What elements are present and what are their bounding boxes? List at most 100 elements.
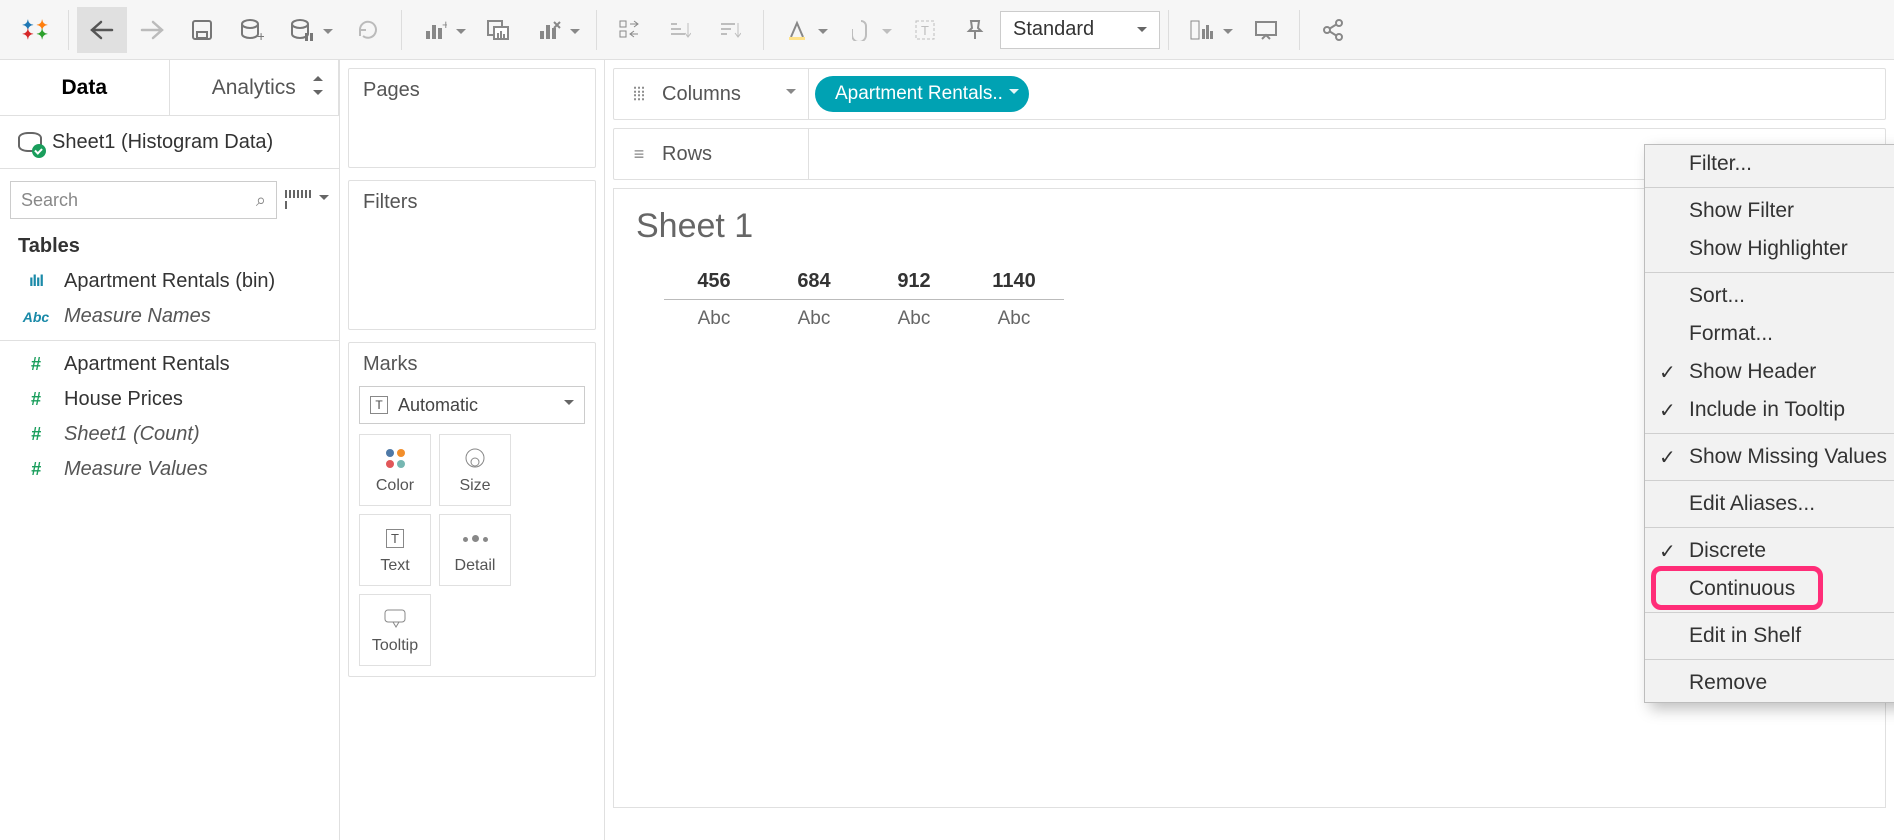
card-header: Marks: [349, 343, 595, 386]
search-input[interactable]: Search ⌕: [10, 181, 277, 219]
hash-icon: #: [22, 459, 50, 480]
new-worksheet-button[interactable]: +: [410, 7, 460, 53]
menu-separator: [1645, 272, 1894, 273]
swap-button[interactable]: [605, 7, 655, 53]
field-list: ılılApartment Rentals (bin)AbcMeasure Na…: [0, 264, 339, 487]
chevron-down-icon[interactable]: [319, 195, 329, 205]
rows-icon: ≡: [628, 144, 650, 165]
menu-remove[interactable]: Remove: [1645, 664, 1894, 702]
marks-card: Marks T Automatic Color Size TText Detail Too…: [348, 342, 596, 677]
field-label: House Prices: [64, 388, 183, 411]
hash-icon: #: [22, 354, 50, 375]
field-label: Measure Values: [64, 458, 208, 481]
menu-include-in-tooltip[interactable]: Include in Tooltip: [1645, 391, 1894, 429]
svg-text:+: +: [442, 19, 447, 32]
menu-discrete[interactable]: Discrete: [1645, 532, 1894, 570]
separator: [68, 10, 69, 50]
svg-text:T: T: [921, 23, 929, 38]
share-button[interactable]: [1308, 7, 1358, 53]
mark-size[interactable]: Size: [439, 434, 511, 506]
mark-cell-label: Detail: [455, 557, 496, 575]
forward-button[interactable]: [127, 7, 177, 53]
menu-show-missing-values[interactable]: Show Missing Values: [1645, 438, 1894, 476]
hash-icon: #: [22, 424, 50, 445]
field-measure-names[interactable]: AbcMeasure Names: [0, 299, 339, 334]
mark-type-select[interactable]: T Automatic: [359, 386, 585, 424]
datasource-item[interactable]: Sheet1 (Histogram Data): [0, 116, 339, 168]
field-label: Sheet1 (Count): [64, 423, 200, 446]
bin-value: 456: [664, 270, 764, 293]
clear-sheet-button[interactable]: [524, 7, 574, 53]
duplicate-sheet-button[interactable]: [474, 7, 524, 53]
search-placeholder: Search: [21, 190, 78, 211]
mark-tooltip[interactable]: Tooltip: [359, 594, 431, 666]
new-datasource-button[interactable]: +: [227, 7, 277, 53]
refresh-button[interactable]: [343, 7, 393, 53]
chevron-down-icon: [1009, 89, 1019, 99]
pause-datasource-button[interactable]: [277, 7, 327, 53]
field-house-prices[interactable]: #House Prices: [0, 382, 339, 417]
datasource-label: Sheet1 (Histogram Data): [52, 131, 273, 154]
tab-label: Data: [61, 76, 107, 100]
chevron-down-icon: [1137, 27, 1147, 37]
attach-button[interactable]: [836, 7, 886, 53]
size-icon: [463, 445, 487, 471]
tab-label: Analytics: [212, 76, 296, 100]
menu-separator: [1645, 480, 1894, 481]
menu-show-highlighter[interactable]: Show Highlighter: [1645, 230, 1894, 268]
menu-edit-in-shelf[interactable]: Edit in Shelf: [1645, 617, 1894, 655]
save-button[interactable]: [177, 7, 227, 53]
menu-edit-aliases[interactable]: Edit Aliases...: [1645, 485, 1894, 523]
columns-icon: ⦙⦙⦙: [628, 84, 650, 105]
presentation-button[interactable]: [1241, 7, 1291, 53]
svg-text:+: +: [257, 28, 264, 42]
pages-card[interactable]: Pages: [348, 68, 596, 168]
mark-text[interactable]: TText: [359, 514, 431, 586]
tab-analytics[interactable]: Analytics: [170, 60, 340, 115]
filters-card[interactable]: Filters: [348, 180, 596, 330]
tab-data[interactable]: Data: [0, 60, 170, 115]
mark-color[interactable]: Color: [359, 434, 431, 506]
menu-format[interactable]: Format...: [1645, 315, 1894, 353]
tables-header: Tables: [0, 225, 339, 264]
sort-desc-button[interactable]: [705, 7, 755, 53]
mark-detail[interactable]: Detail: [439, 514, 511, 586]
field-sheet1-count-[interactable]: # Sheet1 (Count): [0, 417, 339, 452]
column-pill-apartment-rentals-bin[interactable]: Apartment Rentals..: [815, 76, 1029, 112]
pill-label: Apartment Rentals..: [835, 83, 1003, 105]
search-icon: ⌕: [256, 190, 266, 211]
sort-up-icon: [313, 76, 323, 81]
menu-separator: [1645, 527, 1894, 528]
tableau-logo[interactable]: ✦✦✦✦: [10, 7, 60, 53]
database-icon: [18, 130, 42, 154]
fit-select[interactable]: Standard: [1000, 11, 1160, 49]
text-button[interactable]: T: [900, 7, 950, 53]
highlight-button[interactable]: [772, 7, 822, 53]
bin-value: 1140: [964, 270, 1064, 293]
text-icon: T: [370, 396, 388, 414]
mark-type-label: Automatic: [398, 395, 478, 416]
worksheet-canvas: ⦙⦙⦙ Columns Apartment Rentals.. ≡ Rows S…: [605, 60, 1894, 840]
view-toggle-icon[interactable]: [285, 190, 311, 210]
mark-cell-label: Size: [459, 477, 490, 495]
field-apartment-rentals-bin-[interactable]: ılılApartment Rentals (bin): [0, 264, 339, 299]
cards-column: Pages Filters Marks T Automatic Color Size…: [340, 60, 605, 840]
detail-icon: [463, 525, 488, 551]
fit-select-label: Standard: [1013, 18, 1094, 41]
menu-filter[interactable]: Filter...: [1645, 145, 1894, 183]
field-apartment-rentals[interactable]: #Apartment Rentals: [0, 347, 339, 382]
menu-show-header[interactable]: Show Header: [1645, 353, 1894, 391]
abc-icon: Abc: [22, 309, 50, 325]
sort-asc-button[interactable]: [655, 7, 705, 53]
menu-continuous[interactable]: Continuous: [1645, 570, 1894, 608]
back-button[interactable]: [77, 7, 127, 53]
chevron-down-icon: [786, 89, 796, 99]
menu-sort[interactable]: Sort...: [1645, 277, 1894, 315]
menu-separator: [1645, 433, 1894, 434]
show-cards-button[interactable]: [1177, 7, 1227, 53]
menu-show-filter[interactable]: Show Filter: [1645, 192, 1894, 230]
field-measure-values[interactable]: # Measure Values: [0, 452, 339, 487]
card-header: Pages: [349, 69, 595, 112]
pin-button[interactable]: [950, 7, 1000, 53]
columns-shelf[interactable]: ⦙⦙⦙ Columns Apartment Rentals..: [613, 68, 1886, 120]
